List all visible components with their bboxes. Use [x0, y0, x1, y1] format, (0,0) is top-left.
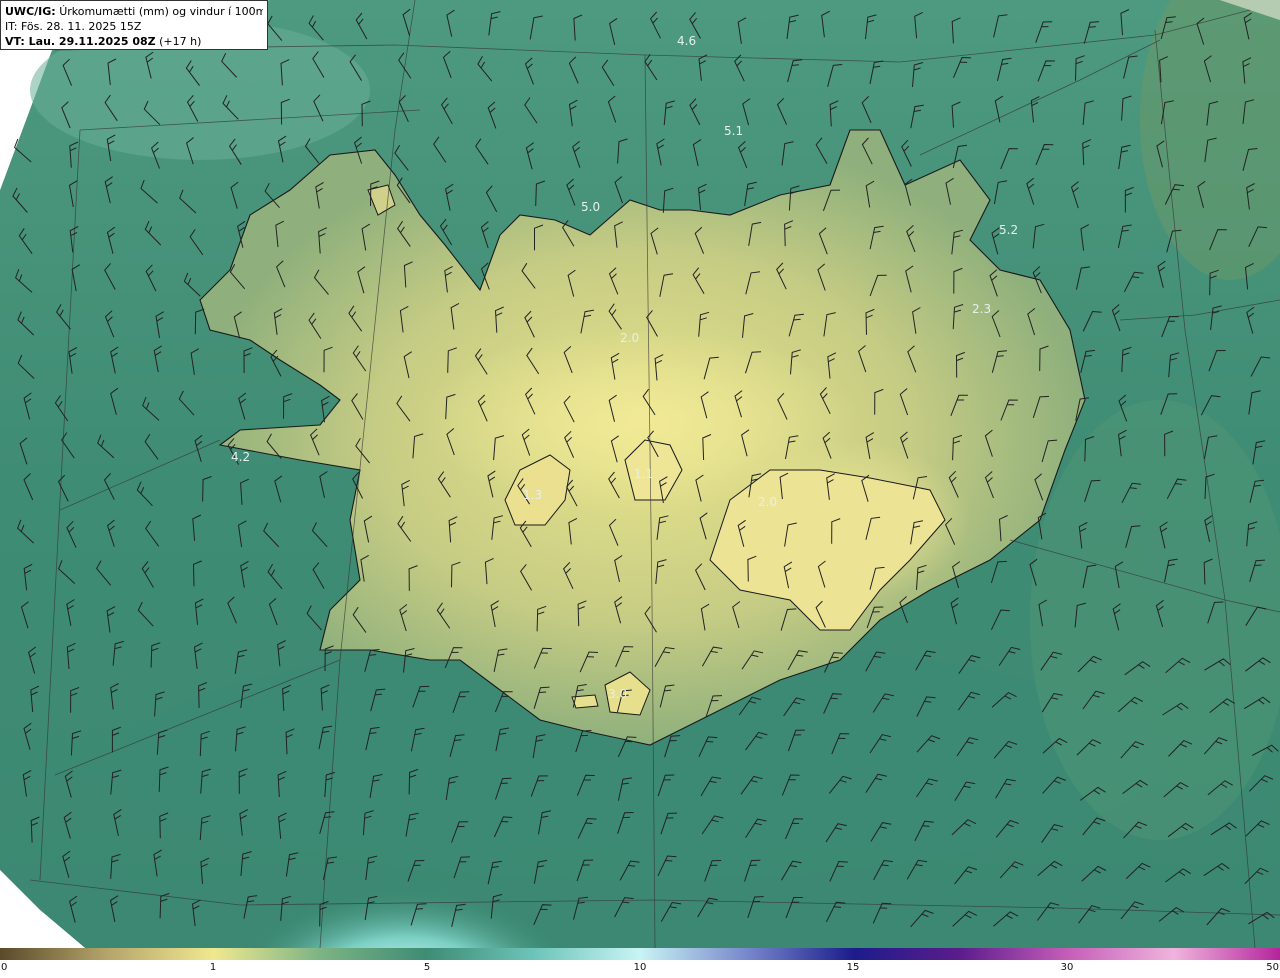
field-name: Úrkomumætti (mm) og vindur í 100m hæð — [59, 5, 263, 18]
map-value-label: 4.2 — [231, 450, 250, 464]
map-value-label: 2.3 — [972, 302, 991, 316]
map-value-label: 5.0 — [581, 200, 600, 214]
map-title-box: UWC/IG: Úrkomumætti (mm) og vindur í 100… — [0, 0, 268, 50]
issue-time: IT: Fös. 28. 11. 2025 15Z — [5, 20, 142, 33]
colorbar-gradient — [0, 948, 1280, 960]
map-value-label: 4.6 — [677, 34, 696, 48]
map-value-label: 5.1 — [724, 124, 743, 138]
colorbar-tick-label: 10 — [633, 962, 647, 973]
title-line-1: UWC/IG: Úrkomumætti (mm) og vindur í 100… — [5, 4, 263, 19]
colorbar-tick-label: 0 — [1, 962, 8, 973]
map-value-label: 1.3 — [523, 488, 542, 502]
map-value-label: 5.2 — [999, 223, 1018, 237]
title-line-3: VT: Lau. 29.11.2025 08Z (+17 h) — [5, 34, 263, 49]
colorbar-tick-label: 30 — [1060, 962, 1074, 973]
map-value-label: 2.0 — [620, 331, 639, 345]
lead-time: (+17 h) — [159, 35, 202, 48]
model-name: UWC/IG: — [5, 5, 56, 18]
valid-time: VT: Lau. 29.11.2025 08Z — [5, 35, 156, 48]
colorbar-tick-label: 50 — [1266, 962, 1279, 973]
map-value-label: 3.0 — [608, 687, 627, 701]
colorbar-tick-label: 1 — [209, 962, 217, 973]
colorbar: 0 1 5 10 15 30 50 — [0, 948, 1280, 978]
map-value-label: 2.0 — [758, 495, 777, 509]
colorbar-tick-label: 5 — [423, 962, 431, 973]
colorbar-tick-label: 15 — [846, 962, 860, 973]
map-value-label: 1.1 — [634, 467, 653, 481]
forecast-map[interactable]: 4.6 5.1 5.0 5.2 2.3 2.0 4.2 1.3 1.1 2.0 … — [0, 0, 1280, 948]
